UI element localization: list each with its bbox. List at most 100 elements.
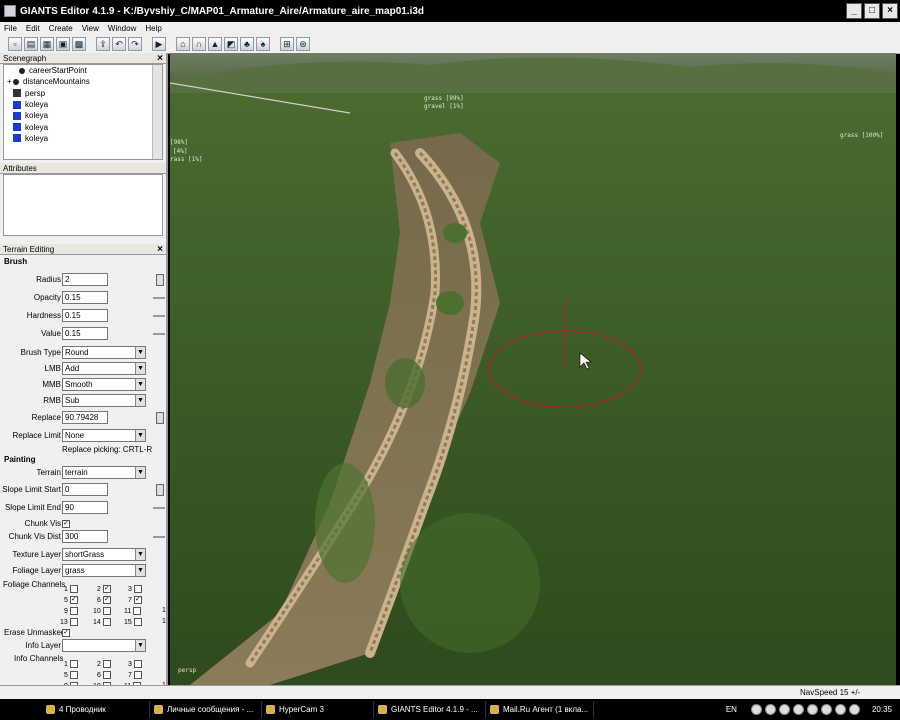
terrain-paint-icon[interactable]: ◩ <box>224 36 238 51</box>
chevron-down-icon[interactable]: ▼ <box>135 430 145 441</box>
scenegraph-item[interactable]: koleya <box>4 99 162 110</box>
foliage-channel-checkbox[interactable] <box>102 607 111 615</box>
clock[interactable]: 20:35 <box>872 705 892 714</box>
chunk-vis-dist-slider[interactable] <box>153 535 165 538</box>
radius-input[interactable]: 2 <box>62 273 108 286</box>
texture-layer-select[interactable]: shortGrass ▼ <box>62 548 146 561</box>
foliage-channel-checkbox[interactable] <box>133 607 142 615</box>
3d-viewport[interactable]: grass [99%] gravel [1%] grass [100%] [98… <box>170 53 896 685</box>
foliage-channel-checkbox[interactable] <box>133 585 142 593</box>
select-icon[interactable]: ⌂ <box>176 36 190 51</box>
terrain-sculpt-icon[interactable]: ▲ <box>208 36 222 51</box>
opacity-slider[interactable] <box>153 296 165 299</box>
radius-slider[interactable] <box>156 273 164 286</box>
slope-end-slider[interactable] <box>153 506 165 509</box>
info-layer-select[interactable]: ▼ <box>62 639 146 652</box>
foliage-channel-checkbox[interactable] <box>69 607 78 615</box>
lmb-select[interactable]: Add ▼ <box>62 362 146 375</box>
scenegraph-item[interactable]: + distanceMountains <box>4 76 162 87</box>
media-stop-icon[interactable] <box>792 704 804 715</box>
menu-file[interactable]: File <box>4 24 17 33</box>
taskbar-task[interactable]: Личные сообщения - ... <box>150 701 262 718</box>
chevron-down-icon[interactable]: ▼ <box>135 395 145 406</box>
redo-icon[interactable]: ↷ <box>128 36 142 51</box>
chevron-down-icon[interactable]: ▼ <box>135 363 145 374</box>
taskbar-task[interactable]: HyperCam 3 <box>262 701 374 718</box>
taskbar-task[interactable]: Mail.Ru Агент (1 вкла... <box>486 701 594 718</box>
save-icon[interactable]: ▣ <box>56 36 70 51</box>
info-channel-checkbox[interactable] <box>102 660 111 668</box>
menu-window[interactable]: Window <box>108 24 136 33</box>
slope-start-input[interactable]: 0 <box>62 483 108 496</box>
terrain-select[interactable]: terrain ▼ <box>62 466 146 479</box>
mmb-select[interactable]: Smooth ▼ <box>62 378 146 391</box>
chunk-vis-checkbox[interactable]: ✓ <box>62 519 70 528</box>
language-indicator[interactable]: EN <box>726 705 737 714</box>
foliage-channel-checkbox[interactable]: ✓ <box>102 585 111 593</box>
foliage-channel-checkbox[interactable]: ✓ <box>102 596 111 604</box>
minimize-button[interactable]: _ <box>846 3 862 19</box>
info-channel-checkbox[interactable] <box>69 671 78 679</box>
menu-help[interactable]: Help <box>145 24 161 33</box>
value-input[interactable]: 0.15 <box>62 327 108 340</box>
menu-view[interactable]: View <box>82 24 99 33</box>
new-icon[interactable]: ▫ <box>8 36 22 51</box>
scenegraph-scrollbar[interactable] <box>152 65 162 159</box>
scenegraph-close-icon[interactable]: × <box>157 53 163 64</box>
move-icon[interactable]: ∩ <box>192 36 206 51</box>
scenegraph-tree[interactable]: careerStartPoint + distanceMountains pers… <box>3 64 163 160</box>
media-play-icon[interactable] <box>764 704 776 715</box>
scenegraph-item[interactable]: careerStartPoint <box>4 65 162 76</box>
chevron-down-icon[interactable]: ▼ <box>135 467 145 478</box>
scenegraph-item[interactable]: koleya <box>4 133 162 144</box>
terrain-editing-close-icon[interactable]: × <box>157 244 163 255</box>
media-next-icon[interactable] <box>806 704 818 715</box>
hardness-slider[interactable] <box>153 314 165 317</box>
snap-icon[interactable]: ⊛ <box>296 36 310 51</box>
tree-icon[interactable]: ♠ <box>256 36 270 51</box>
foliage-layer-select[interactable]: grass ▼ <box>62 564 146 577</box>
scenegraph-item[interactable]: koleya <box>4 110 162 121</box>
chevron-down-icon[interactable]: ▼ <box>135 565 145 576</box>
open-icon[interactable]: ▤ <box>24 36 38 51</box>
info-channel-checkbox[interactable] <box>69 660 78 668</box>
import-icon[interactable]: ▦ <box>40 36 54 51</box>
foliage-paint-icon[interactable]: ♣ <box>240 36 254 51</box>
antivirus-icon[interactable] <box>848 704 860 715</box>
replace-input[interactable]: 90.79428 <box>62 411 108 424</box>
grid-icon[interactable]: ⊞ <box>280 36 294 51</box>
maximize-button[interactable]: □ <box>864 3 880 19</box>
menu-edit[interactable]: Edit <box>26 24 40 33</box>
chevron-down-icon[interactable]: ▼ <box>135 640 145 651</box>
save-all-icon[interactable]: ▩ <box>72 36 86 51</box>
info-channel-checkbox[interactable] <box>133 660 142 668</box>
export-icon[interactable]: ⇪ <box>96 36 110 51</box>
erase-unmasked-checkbox[interactable]: ✓ <box>62 628 70 637</box>
taskbar-task[interactable]: 4 Проводник <box>42 701 150 718</box>
play-icon[interactable]: ▶ <box>152 36 166 51</box>
rmb-select[interactable]: Sub ▼ <box>62 394 146 407</box>
slope-start-slider[interactable] <box>156 483 164 496</box>
chevron-down-icon[interactable]: ▼ <box>135 379 145 390</box>
chunk-vis-dist-input[interactable]: 300 <box>62 530 108 543</box>
taskbar-task[interactable]: GIANTS Editor 4.1.9 - ... <box>374 701 486 718</box>
foliage-channel-checkbox[interactable]: ✓ <box>69 596 78 604</box>
slope-end-input[interactable]: 90 <box>62 501 108 514</box>
value-slider[interactable] <box>153 332 165 335</box>
chevron-down-icon[interactable]: ▼ <box>135 549 145 560</box>
scenegraph-item[interactable]: persp <box>4 88 162 99</box>
hardness-input[interactable]: 0.15 <box>62 309 108 322</box>
network-icon[interactable] <box>834 704 846 715</box>
info-channel-checkbox[interactable] <box>133 671 142 679</box>
volume-icon[interactable] <box>820 704 832 715</box>
close-button[interactable]: × <box>882 3 898 19</box>
replace-slider[interactable] <box>156 411 164 424</box>
brush-type-select[interactable]: Round ▼ <box>62 346 146 359</box>
scenegraph-item[interactable]: koleya <box>4 121 162 132</box>
info-channel-checkbox[interactable] <box>102 671 111 679</box>
opacity-input[interactable]: 0.15 <box>62 291 108 304</box>
media-pause-icon[interactable] <box>778 704 790 715</box>
chevron-down-icon[interactable]: ▼ <box>135 347 145 358</box>
media-prev-icon[interactable] <box>750 704 762 715</box>
foliage-channel-checkbox[interactable] <box>69 585 78 593</box>
